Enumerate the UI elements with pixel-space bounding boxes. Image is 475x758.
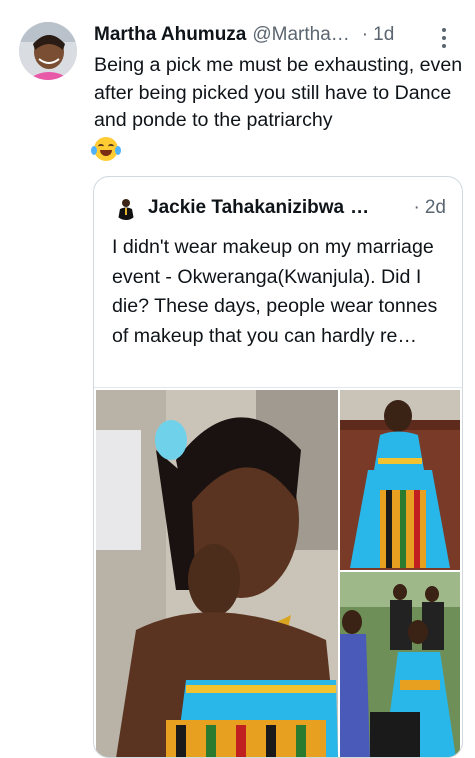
quoted-text: I didn't wear makeup on my marriage even…	[112, 236, 438, 347]
woman-seated-photo[interactable]	[340, 390, 460, 570]
face-with-tears-of-joy-icon	[91, 136, 121, 161]
quoted-author-name[interactable]: Jackie Tahakanizibwa	[148, 197, 344, 219]
tweet-time[interactable]: 1d	[373, 24, 394, 46]
quoted-header: Jackie Tahakanizibwa … · 2d	[148, 195, 446, 221]
tweet-text: Being a pick me must be exhausting, even…	[94, 54, 463, 131]
avatar-photo	[19, 22, 77, 80]
quoted-author-avatar[interactable]	[114, 196, 138, 220]
quoted-tweet[interactable]: Jackie Tahakanizibwa … · 2d I didn't wea…	[93, 176, 463, 758]
quoted-avatar-photo	[114, 196, 138, 220]
vertical-ellipsis-icon[interactable]	[435, 24, 453, 48]
separator-dot: ·	[361, 24, 369, 45]
author-handle[interactable]: @Martha…	[252, 24, 349, 46]
name-truncation: …	[350, 197, 370, 218]
author-avatar[interactable]	[19, 22, 77, 80]
separator-dot: ·	[413, 197, 420, 218]
author-name[interactable]: Martha Ahumuza	[94, 24, 246, 46]
ceremony-photo[interactable]	[340, 572, 460, 757]
photo-grid	[94, 387, 462, 757]
tweet-header: Martha Ahumuza @Martha… · 1d	[94, 22, 461, 48]
tweet-text-block: Being a pick me must be exhausting, even…	[91, 52, 465, 165]
woman-closeup-photo[interactable]	[96, 390, 338, 757]
quoted-time[interactable]: 2d	[425, 197, 446, 219]
